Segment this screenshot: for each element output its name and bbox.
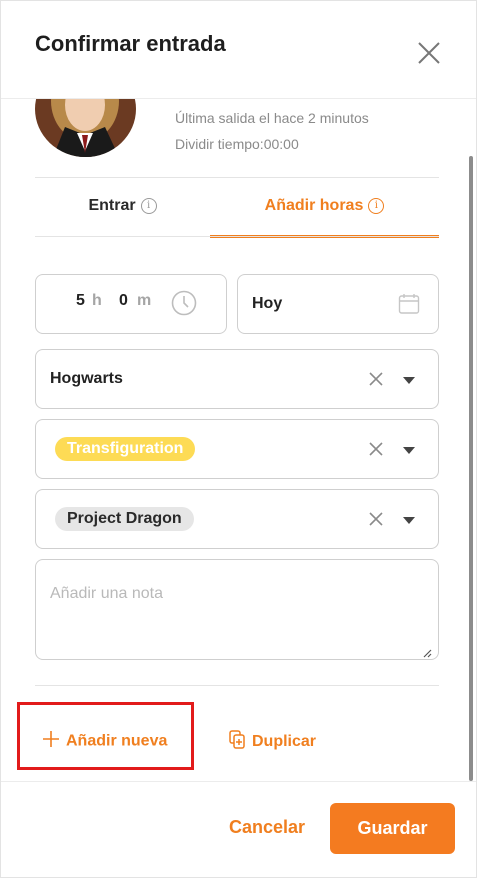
tab-entrar[interactable]: Entrar i xyxy=(35,197,210,237)
clear-icon[interactable] xyxy=(369,512,383,526)
duration-input[interactable]: 5 h 0 m xyxy=(35,274,227,334)
project-select[interactable]: Project Dragon xyxy=(35,489,439,549)
divider xyxy=(35,177,439,178)
info-icon: i xyxy=(368,198,385,214)
hours-value[interactable]: 5 xyxy=(76,292,85,310)
tabs-underline xyxy=(35,236,439,237)
dropdown-caret-icon[interactable] xyxy=(403,447,415,454)
highlight-box xyxy=(17,702,194,770)
clock-icon[interactable] xyxy=(171,290,197,321)
note-placeholder: Añadir una nota xyxy=(50,585,163,602)
client-select[interactable]: Hogwarts xyxy=(35,349,439,409)
clear-icon[interactable] xyxy=(369,372,383,386)
duplicate-icon xyxy=(229,730,246,754)
project-chip: Project Dragon xyxy=(55,507,194,531)
info-icon: i xyxy=(140,198,157,214)
cancel-button[interactable]: Cancelar xyxy=(229,817,305,838)
date-value: Hoy xyxy=(252,295,283,312)
clear-icon[interactable] xyxy=(369,442,383,456)
modal-header: Confirmar entrada xyxy=(1,1,476,99)
duplicate-button[interactable]: Duplicar xyxy=(229,730,316,754)
client-value: Hogwarts xyxy=(50,370,123,387)
minutes-unit: m xyxy=(137,292,152,309)
footer-divider xyxy=(1,781,476,782)
tag-chip: Transfiguration xyxy=(55,437,196,461)
note-textarea[interactable]: Añadir una nota xyxy=(35,559,439,660)
tab-anadir-horas[interactable]: Añadir horas i xyxy=(210,197,439,238)
dropdown-caret-icon[interactable] xyxy=(403,377,415,384)
dropdown-caret-icon[interactable] xyxy=(403,517,415,524)
scrollbar[interactable] xyxy=(469,156,473,781)
tab-anadir-label: Añadir horas xyxy=(264,197,364,214)
save-button[interactable]: Guardar xyxy=(330,803,455,854)
tag-select[interactable]: Transfiguration xyxy=(35,419,439,479)
calendar-icon[interactable] xyxy=(398,293,420,320)
duplicate-label: Duplicar xyxy=(252,733,317,750)
divider xyxy=(35,685,439,686)
tab-entrar-label: Entrar xyxy=(88,197,136,214)
resize-grip-icon[interactable] xyxy=(422,645,432,658)
modal-title: Confirmar entrada xyxy=(35,31,226,56)
date-input[interactable]: Hoy xyxy=(237,274,439,334)
split-time-text: Dividir tiempo:00:00 xyxy=(175,136,299,152)
hours-unit: h xyxy=(92,292,102,309)
minutes-value[interactable]: 0 xyxy=(119,292,128,310)
confirm-entry-modal: Confirmar entrada Última salida el hace … xyxy=(0,0,477,878)
close-icon[interactable] xyxy=(415,39,443,67)
last-exit-text: Última salida el hace 2 minutos xyxy=(175,110,369,126)
